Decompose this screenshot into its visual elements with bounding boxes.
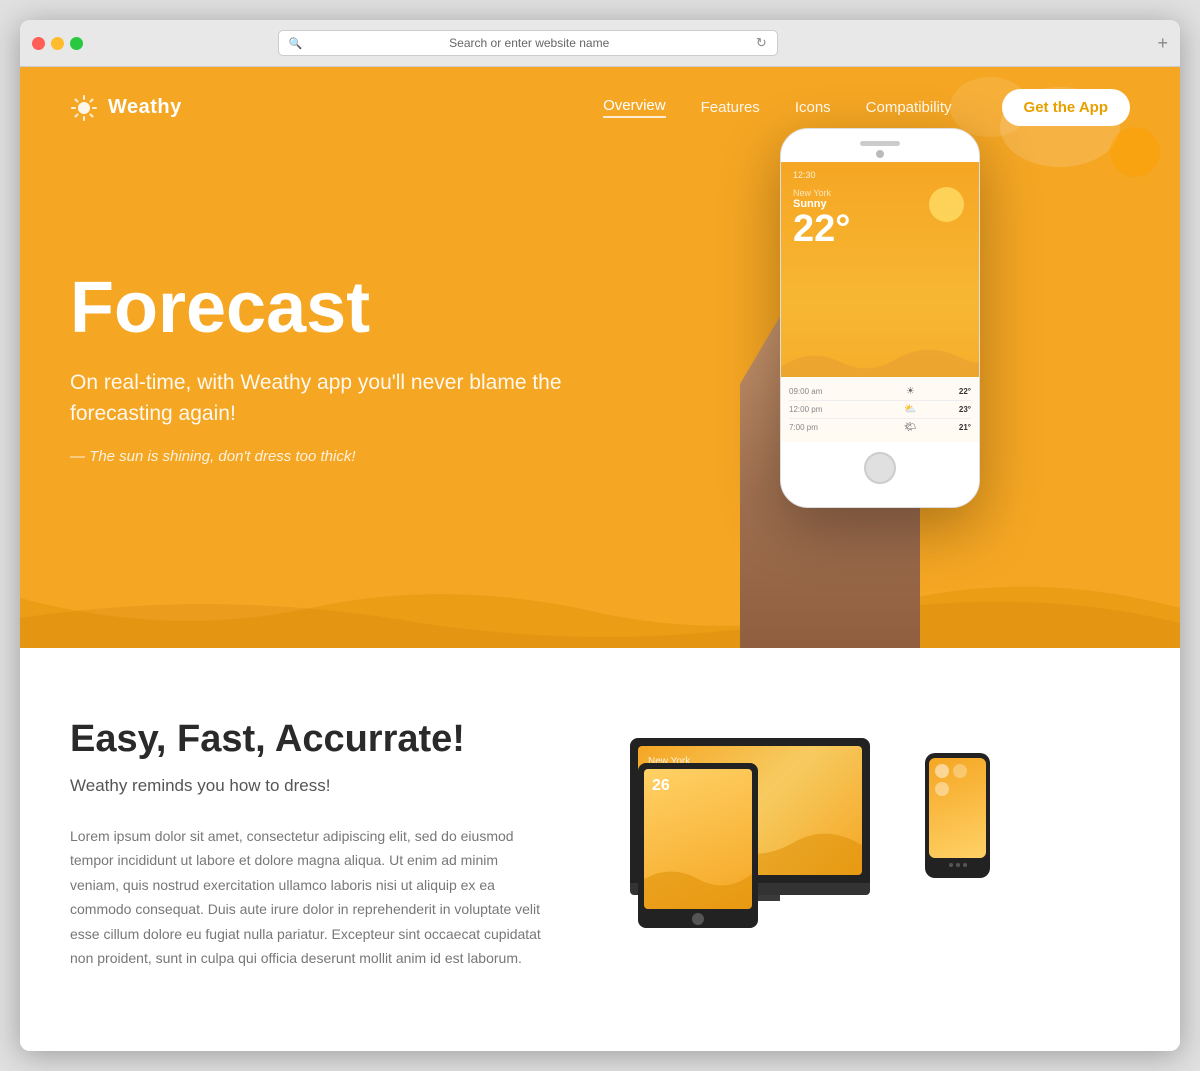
phone-screen: 12:30 New York Sunny 22°: [781, 162, 979, 442]
weather-icon-sm-2: [953, 764, 967, 778]
site-content: Weathy Overview Features Icons Compatibi…: [20, 67, 1180, 1051]
phone-mockup: 12:30 New York Sunny 22°: [780, 128, 980, 508]
hero-subtitle: On real-time, with Weathy app you'll nev…: [70, 367, 630, 430]
features-body: Lorem ipsum dolor sit amet, consectetur …: [70, 824, 550, 971]
tablet-body: 26: [638, 763, 758, 928]
phone-status-text: 12:30: [793, 170, 816, 180]
hero-body: Forecast On real-time, with Weathy app y…: [20, 148, 1180, 648]
maximize-button[interactable]: [70, 37, 83, 50]
weather-icon-sm-1: [935, 764, 949, 778]
forecast-temp-2: 23°: [959, 405, 971, 414]
dot-3: [963, 863, 967, 867]
nav-compatibility[interactable]: Compatibility: [866, 99, 952, 116]
phone-camera: [876, 150, 884, 158]
features-subtitle: Weathy reminds you how to dress!: [70, 776, 550, 796]
search-icon: 🔍: [289, 37, 303, 50]
forecast-icon-1: ☀: [906, 386, 915, 397]
forecast-time-2: 12:00 pm: [789, 405, 862, 414]
forecast-icon-2: ⛅: [904, 404, 916, 415]
traffic-lights: [32, 37, 83, 50]
forecast-icon-3: 🌤: [904, 422, 917, 433]
nav-icons[interactable]: Icons: [795, 99, 831, 116]
phone-small-body: [925, 753, 990, 878]
tablet-mockup: 26: [638, 763, 758, 928]
features-text: Easy, Fast, Accurrate! Weathy reminds yo…: [70, 718, 550, 971]
hero-section: Weathy Overview Features Icons Compatibi…: [20, 67, 1180, 648]
close-button[interactable]: [32, 37, 45, 50]
phone-weather-icon-area: [919, 182, 969, 222]
forecast-temp-1: 22°: [959, 387, 971, 396]
browser-window: 🔍 Search or enter website name ↻ +: [20, 20, 1180, 1051]
phone-small-dots: [929, 858, 986, 867]
tablet-screen: 26: [644, 769, 752, 909]
features-section: Easy, Fast, Accurrate! Weathy reminds yo…: [20, 648, 1180, 1051]
weather-icon-sm-3: [935, 782, 949, 796]
navbar: Weathy Overview Features Icons Compatibi…: [20, 67, 1180, 148]
nav-links: Overview Features Icons Compatibility Ge…: [603, 89, 1130, 126]
forecast-row-3: 7:00 pm 🌤 21°: [789, 419, 971, 436]
phone-small-mockup: [925, 753, 990, 878]
features-title: Easy, Fast, Accurrate!: [70, 718, 550, 762]
browser-chrome: 🔍 Search or enter website name ↻ +: [20, 20, 1180, 67]
hero-text: Forecast On real-time, with Weathy app y…: [70, 271, 630, 465]
dot-2: [956, 863, 960, 867]
dot-1: [949, 863, 953, 867]
forecast-time-1: 09:00 am: [789, 387, 862, 396]
tablet-wave-svg: [644, 859, 752, 909]
phone-small-screen: [929, 758, 986, 858]
phone-small-icons: [929, 758, 986, 802]
phone-forecast-list: 09:00 am ☀ 22° 12:00 pm ⛅ 23°: [781, 377, 979, 442]
forecast-time-3: 7:00 pm: [789, 423, 862, 432]
address-bar[interactable]: 🔍 Search or enter website name ↻: [278, 30, 778, 56]
new-tab-button[interactable]: +: [1157, 33, 1168, 54]
hero-tagline: — The sun is shining, don't dress too th…: [70, 448, 630, 465]
sun-logo-icon: [70, 94, 98, 122]
forecast-row-1: 09:00 am ☀ 22°: [789, 383, 971, 401]
phone-screen-header: 12:30: [781, 162, 979, 184]
brand: Weathy: [70, 94, 182, 122]
phone-home-button: [864, 452, 896, 484]
hero-title: Forecast: [70, 271, 630, 347]
forecast-row-2: 12:00 pm ⛅ 23°: [789, 401, 971, 419]
tablet-home-button: [692, 913, 704, 925]
hero-phone-area: 12:30 New York Sunny 22°: [630, 168, 950, 568]
devices-area: New York 26: [630, 738, 990, 958]
forecast-temp-3: 21°: [959, 423, 971, 432]
tablet-temp: 26: [644, 769, 752, 803]
brand-name: Weathy: [108, 96, 182, 119]
reload-icon[interactable]: ↻: [756, 35, 767, 51]
address-text: Search or enter website name: [309, 36, 750, 50]
phone-sun-icon: [929, 187, 964, 222]
tablet-wave: [644, 859, 752, 909]
get-app-button[interactable]: Get the App: [1002, 89, 1130, 126]
minimize-button[interactable]: [51, 37, 64, 50]
nav-features[interactable]: Features: [701, 99, 760, 116]
nav-overview[interactable]: Overview: [603, 97, 666, 118]
